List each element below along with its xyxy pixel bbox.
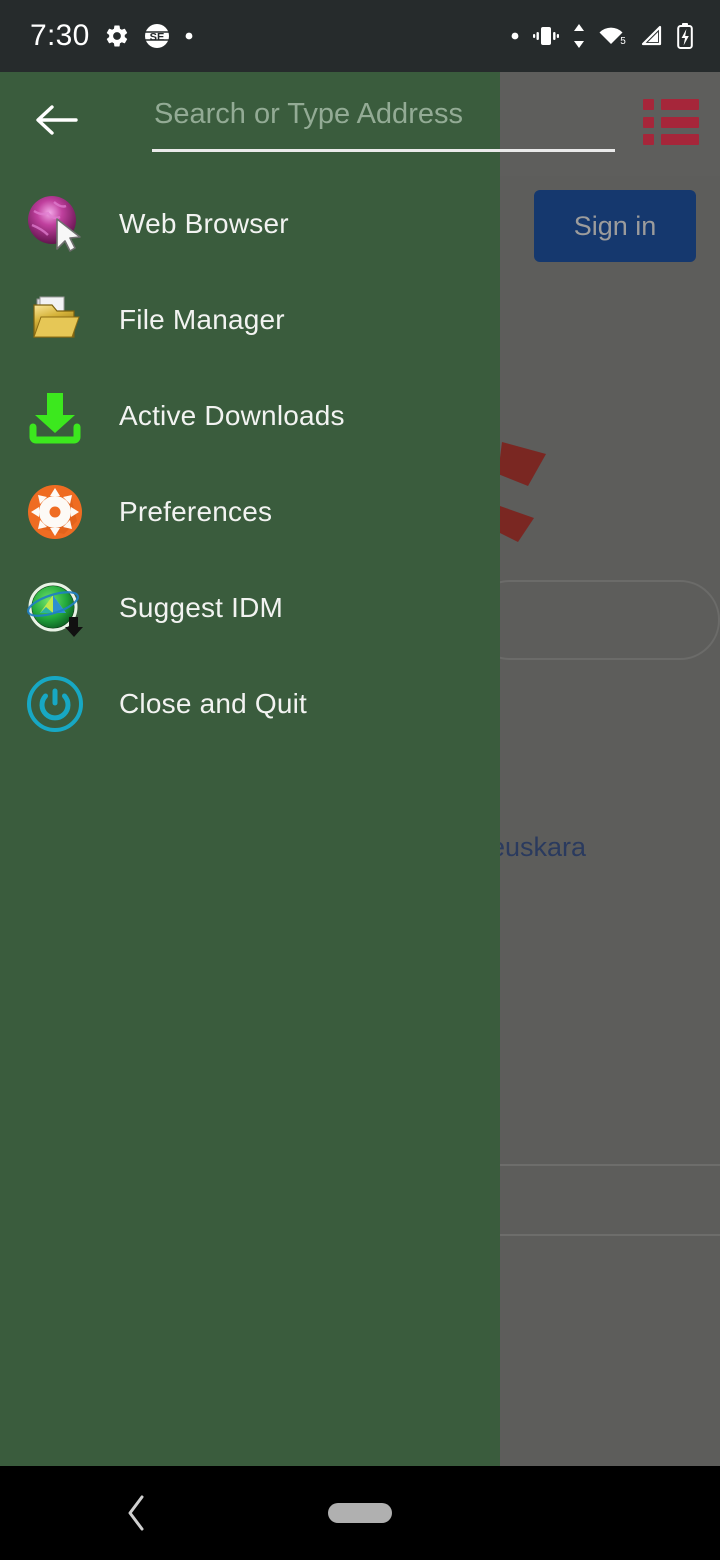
arrow-left-icon [36,105,78,135]
svg-text:SE: SE [149,32,164,44]
system-home-button[interactable] [328,1503,392,1523]
vibrate-icon [532,23,560,49]
search-field[interactable]: Search or Type Address [152,90,615,152]
se-app-icon: SE [144,23,170,49]
power-icon [22,671,88,737]
menu-item-label: Close and Quit [119,688,308,719]
phone-screen: Sign in euskara Web Browser File Manager… [0,0,720,1560]
sign-in-button[interactable]: Sign in [534,190,696,262]
navigation-drawer: Web Browser File Manager Active Download… [0,72,500,1466]
page-search-field[interactable] [470,580,720,660]
download-tray-icon [22,383,88,449]
list-row [643,116,699,128]
language-link-euskara[interactable]: euskara [490,832,586,863]
data-transfer-icon [572,23,586,49]
menu-item-suggest-idm[interactable]: Suggest IDM [0,560,500,656]
drawer-menu-list: Web Browser File Manager Active Download… [0,176,500,752]
status-clock: 7:30 [30,19,90,52]
globe-cursor-icon [22,191,88,257]
menu-item-label: Active Downloads [119,400,345,431]
sign-in-label: Sign in [573,210,657,241]
idm-logo-icon [22,575,88,641]
status-bar-right: 5 [510,22,720,50]
system-navigation-bar [0,1466,720,1560]
dot-icon [510,31,520,41]
search-underline [152,149,615,152]
menu-item-label: Preferences [119,496,273,527]
gear-circle-icon [22,479,88,545]
wifi-5-icon: 5 [598,23,628,49]
chevron-left-icon [128,1495,144,1531]
gear-icon [104,23,130,49]
dot-icon [184,31,194,41]
svg-text:5: 5 [620,36,626,47]
folder-icon [22,287,88,353]
menu-item-file-manager[interactable]: File Manager [0,272,500,368]
battery-charging-icon [676,22,694,50]
back-button[interactable] [30,94,82,146]
signal-icon [640,23,664,49]
status-bar-left: 7:30 SE [0,19,510,53]
menu-item-preferences[interactable]: Preferences [0,464,500,560]
browser-toolbar: Search or Type Address [0,72,720,176]
menu-item-active-downloads[interactable]: Active Downloads [0,368,500,464]
menu-item-web-browser[interactable]: Web Browser [0,176,500,272]
menu-item-label: File Manager [119,304,285,335]
list-row [643,99,699,110]
list-row [643,134,699,145]
search-placeholder-text: Search or Type Address [154,98,463,130]
status-bar: 7:30 SE 5 [0,0,720,72]
menu-item-close-and-quit[interactable]: Close and Quit [0,656,500,752]
list-menu-icon[interactable] [643,99,699,145]
menu-item-label: Web Browser [119,208,289,239]
menu-item-label: Suggest IDM [119,592,284,623]
system-back-button[interactable] [112,1488,162,1538]
